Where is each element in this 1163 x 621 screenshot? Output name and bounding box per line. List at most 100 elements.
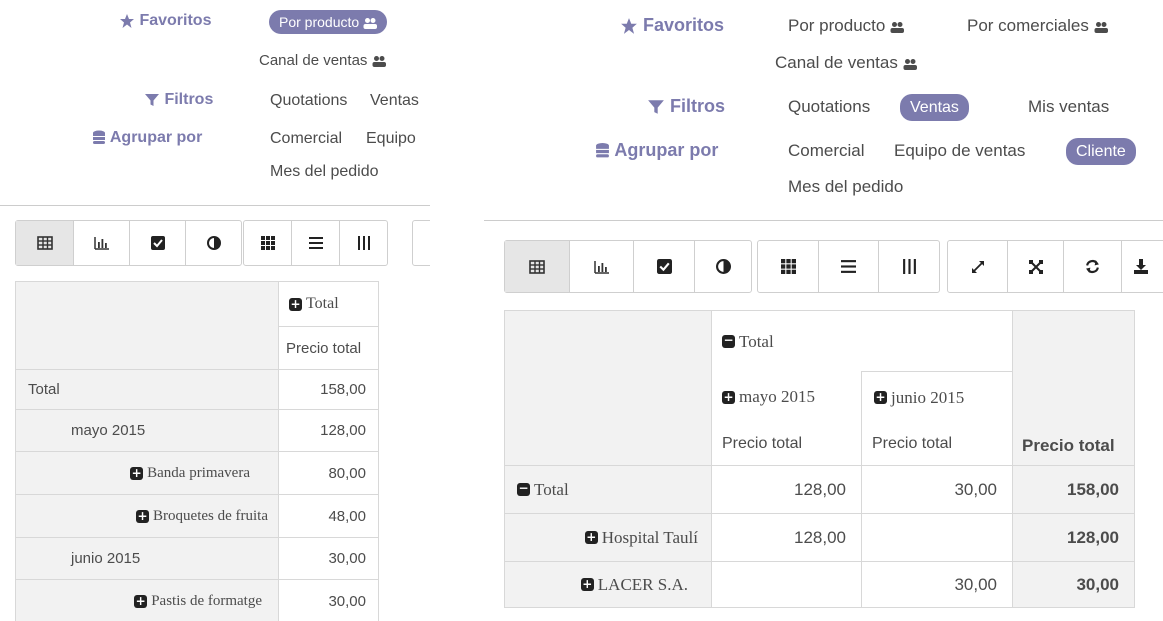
groupby-comercial[interactable]: Comercial bbox=[270, 130, 342, 148]
divider bbox=[0, 205, 430, 206]
measure-header[interactable]: Precio total bbox=[711, 422, 862, 466]
table-view-button[interactable] bbox=[505, 241, 570, 292]
users-icon bbox=[903, 58, 917, 70]
groupby-cliente[interactable]: Cliente bbox=[1066, 138, 1136, 165]
agrupar-por-label[interactable]: Agrupar por bbox=[92, 129, 202, 147]
checkbox-icon bbox=[150, 236, 165, 250]
collapse-minus-icon: − bbox=[722, 333, 735, 348]
bar-chart-icon bbox=[93, 237, 109, 250]
filtros-label[interactable]: Filtros bbox=[647, 96, 725, 117]
grid-button[interactable] bbox=[244, 221, 292, 265]
groupby-comercial[interactable]: Comercial bbox=[788, 141, 865, 161]
pie-chart-button[interactable] bbox=[186, 221, 241, 265]
cell-value bbox=[711, 561, 862, 608]
filter-ventas[interactable]: Ventas bbox=[900, 94, 969, 121]
columns-button[interactable] bbox=[340, 221, 387, 265]
measure-header[interactable]: Precio total bbox=[278, 326, 379, 370]
groupby-mes-del-pedido[interactable]: Mes del pedido bbox=[270, 163, 379, 181]
columns-button[interactable] bbox=[879, 241, 939, 292]
refresh-icon bbox=[1086, 259, 1099, 274]
filter-ventas[interactable]: Ventas bbox=[370, 92, 419, 110]
tool-buttons bbox=[947, 240, 1163, 293]
row-header-hospital-tauli[interactable]: + Hospital Taulí bbox=[504, 513, 712, 562]
right-panel: Favoritos Por producto Por comerciales C… bbox=[484, 0, 1163, 621]
list-button[interactable] bbox=[819, 241, 879, 292]
download-button[interactable] bbox=[1122, 241, 1163, 292]
row-header-mayo-2015[interactable]: mayo 2015 bbox=[15, 409, 279, 452]
row-header-lacer-sa[interactable]: + LACER S.A. bbox=[504, 561, 712, 608]
row-label: LACER S.A. bbox=[597, 574, 688, 594]
table-view-icon bbox=[36, 236, 53, 250]
download-icon bbox=[1133, 259, 1148, 274]
groupby-equipo-de-ventas[interactable]: Equipo de ventas bbox=[894, 141, 1025, 161]
col-header-label: junio 2015 bbox=[891, 387, 965, 407]
cell-value: 128,00 bbox=[711, 513, 862, 562]
favorite-label: Por comerciales bbox=[967, 16, 1089, 35]
favorite-por-producto[interactable]: Por producto bbox=[269, 10, 388, 34]
table-view-button[interactable] bbox=[16, 221, 74, 265]
collapse-all-button[interactable] bbox=[1008, 241, 1065, 292]
columns-icon bbox=[902, 259, 916, 274]
list-button[interactable] bbox=[292, 221, 340, 265]
favorite-label: Canal de ventas bbox=[259, 52, 368, 69]
filter-mis-ventas[interactable]: Mis ventas bbox=[1028, 97, 1109, 117]
checkbox-button[interactable] bbox=[634, 241, 695, 292]
cell-value: 80,00 bbox=[278, 451, 379, 495]
users-icon bbox=[890, 21, 905, 33]
cell-value: 158,00 bbox=[278, 369, 379, 410]
cell-total: 30,00 bbox=[1012, 561, 1135, 608]
checkbox-icon bbox=[656, 259, 672, 274]
expand-plus-icon: + bbox=[289, 296, 302, 311]
layout-buttons bbox=[243, 220, 388, 266]
grid-button[interactable] bbox=[758, 241, 819, 292]
cell-value: 30,00 bbox=[861, 561, 1013, 608]
favorite-canal-de-ventas[interactable]: Canal de ventas bbox=[775, 53, 917, 73]
groupby-equipo[interactable]: Equipo bbox=[366, 130, 416, 148]
expand-button[interactable] bbox=[948, 241, 1009, 292]
favorite-label: Por producto bbox=[788, 16, 886, 35]
filter-quotations[interactable]: Quotations bbox=[788, 97, 870, 117]
bar-chart-button[interactable] bbox=[74, 221, 130, 265]
filter-quotations[interactable]: Quotations bbox=[270, 92, 347, 110]
bar-chart-button[interactable] bbox=[570, 241, 634, 292]
row-header-total[interactable]: Total bbox=[15, 369, 279, 410]
agrupar-por-label-text: Agrupar por bbox=[109, 129, 203, 146]
col-header-mayo-2015[interactable]: + mayo 2015 bbox=[711, 371, 862, 423]
expand-button[interactable] bbox=[413, 221, 430, 265]
favorite-por-comerciales[interactable]: Por comerciales bbox=[967, 16, 1108, 36]
filtros-label[interactable]: Filtros bbox=[144, 91, 213, 109]
measure-header[interactable]: Precio total bbox=[861, 422, 1013, 466]
grid-icon bbox=[260, 236, 275, 250]
checkbox-button[interactable] bbox=[130, 221, 186, 265]
groupby-mes-del-pedido[interactable]: Mes del pedido bbox=[788, 177, 903, 197]
star-icon bbox=[120, 13, 134, 28]
row-header-junio-2015[interactable]: junio 2015 bbox=[15, 537, 279, 580]
col-header-junio-2015[interactable]: + junio 2015 bbox=[861, 371, 1013, 423]
total-measure-header[interactable]: Precio total bbox=[1012, 310, 1135, 466]
agrupar-por-label[interactable]: Agrupar por bbox=[595, 140, 718, 161]
expand-icon bbox=[971, 260, 984, 273]
row-header-pastis-de-formatge[interactable]: + Pastis de formatge bbox=[15, 579, 279, 621]
cell-total: 128,00 bbox=[1012, 513, 1135, 562]
pie-chart-button[interactable] bbox=[695, 241, 751, 292]
cell-value: 128,00 bbox=[711, 465, 862, 514]
col-header-total[interactable]: + Total bbox=[278, 281, 379, 327]
extra-buttons bbox=[412, 220, 430, 266]
favorite-por-producto[interactable]: Por producto bbox=[788, 16, 905, 36]
row-header-broquetes-de-fruita[interactable]: + Broquetes de fruita bbox=[15, 494, 279, 538]
layout-buttons bbox=[757, 240, 940, 293]
row-header-banda-primavera[interactable]: + Banda primavera bbox=[15, 451, 279, 495]
divider bbox=[484, 220, 1163, 221]
col-header-total[interactable]: − Total bbox=[711, 310, 1013, 372]
row-header-total[interactable]: − Total bbox=[504, 465, 712, 514]
favoritos-label[interactable]: Favoritos bbox=[119, 12, 211, 30]
favoritos-label[interactable]: Favoritos bbox=[620, 15, 724, 36]
cell-value: 30,00 bbox=[861, 465, 1013, 514]
pie-chart-icon bbox=[206, 236, 221, 250]
favorite-canal-de-ventas[interactable]: Canal de ventas bbox=[259, 52, 386, 69]
view-buttons bbox=[504, 240, 752, 293]
refresh-button[interactable] bbox=[1064, 241, 1122, 292]
favorite-label: Canal de ventas bbox=[775, 53, 898, 72]
col-header-label: Total bbox=[739, 331, 774, 351]
list-icon bbox=[308, 237, 323, 249]
